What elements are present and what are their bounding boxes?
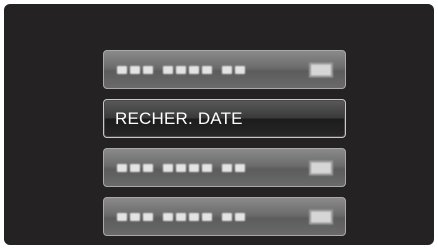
menu-item-icon	[309, 160, 333, 175]
camera-screen: RECHER. DATE	[4, 4, 434, 245]
menu-item-icon	[309, 62, 333, 77]
menu-item-3[interactable]	[103, 148, 346, 187]
blurred-label	[117, 212, 248, 221]
menu-item-icon	[309, 209, 333, 224]
blurred-label	[117, 163, 248, 172]
menu-item-label: RECHER. DATE	[115, 108, 243, 128]
menu-item-recher-date[interactable]: RECHER. DATE	[103, 99, 346, 138]
search-menu: RECHER. DATE	[103, 50, 346, 246]
menu-item-1[interactable]	[103, 50, 346, 89]
blurred-label	[117, 65, 248, 74]
menu-item-4[interactable]	[103, 197, 346, 236]
